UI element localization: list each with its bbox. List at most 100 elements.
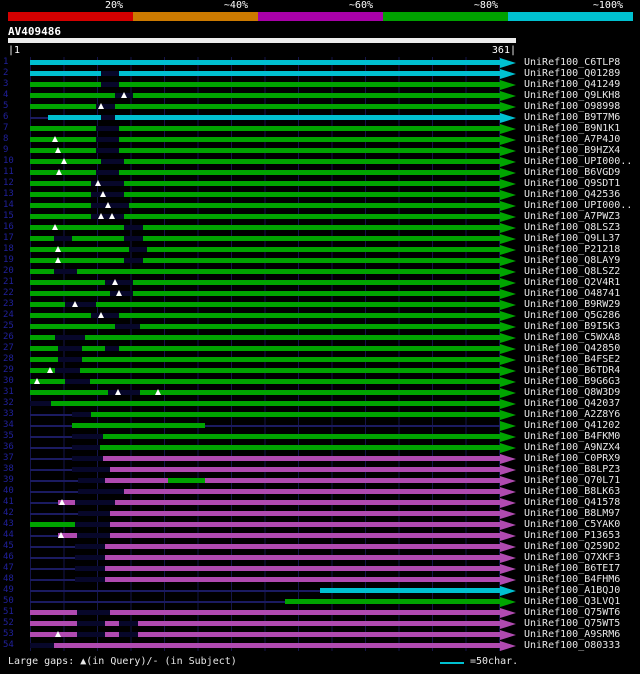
hit-label[interactable]: UniRef100_B4FKM0: [524, 431, 620, 442]
hit-label[interactable]: UniRef100_Q01289: [524, 68, 620, 79]
hit-label[interactable]: UniRef100_Q70L71: [524, 475, 620, 486]
hit-bar[interactable]: [72, 456, 500, 461]
hit-bar[interactable]: [75, 544, 500, 549]
hit-label[interactable]: UniRef100_B8LK63: [524, 486, 620, 497]
hit-label[interactable]: UniRef100_P21218: [524, 244, 620, 255]
hit-label[interactable]: UniRef100_Q7XKF3: [524, 552, 620, 563]
hit-label[interactable]: UniRef100_A7P4J0: [524, 134, 620, 145]
hit-label[interactable]: UniRef100_B8LM97: [524, 508, 620, 519]
hit-label[interactable]: UniRef100_O80333: [524, 640, 620, 651]
hit-bar[interactable]: [72, 467, 500, 472]
hit-bar[interactable]: [30, 357, 500, 362]
hit-label[interactable]: UniRef100_B9N1K1: [524, 123, 620, 134]
hit-label[interactable]: UniRef100_Q9SDT1: [524, 178, 620, 189]
hit-bar[interactable]: [30, 236, 500, 241]
hit-label[interactable]: UniRef100_C6TLP8: [524, 57, 620, 68]
hit-label[interactable]: UniRef100_C5YAK0: [524, 519, 620, 530]
hit-bar[interactable]: [30, 291, 500, 296]
hit-bar[interactable]: [58, 533, 500, 538]
hit-label[interactable]: UniRef100_Q42536: [524, 189, 620, 200]
hit-label[interactable]: UniRef100_O98998: [524, 101, 620, 112]
hit-bar[interactable]: [30, 247, 500, 252]
hit-label[interactable]: UniRef100_Q259D2: [524, 541, 620, 552]
hit-bar[interactable]: [30, 60, 500, 65]
hit-bar[interactable]: [30, 324, 500, 329]
hit-label[interactable]: UniRef100_B9HZX4: [524, 145, 620, 156]
hit-label[interactable]: UniRef100_Q5G286: [524, 310, 620, 321]
hit-label[interactable]: UniRef100_B9T7M6: [524, 112, 620, 123]
hit-label[interactable]: UniRef100_Q3LVQ1: [524, 596, 620, 607]
hit-bar[interactable]: [77, 511, 500, 516]
hit-bar[interactable]: [75, 566, 500, 571]
hit-bar[interactable]: [30, 280, 500, 285]
hit-row: 6 UniRef100_B9T7M6: [0, 112, 640, 123]
hit-label[interactable]: UniRef100_Q9LL37: [524, 233, 620, 244]
hit-label[interactable]: UniRef100_A7PWZ3: [524, 211, 620, 222]
hit-label[interactable]: UniRef100_A2Z8Y6: [524, 409, 620, 420]
gap-line: [30, 469, 73, 471]
hit-label[interactable]: UniRef100_A9SRM6: [524, 629, 620, 640]
hit-bar[interactable]: [75, 555, 500, 560]
hit-label[interactable]: UniRef100_B4FHM6: [524, 574, 620, 585]
hit-label[interactable]: UniRef100_Q41202: [524, 420, 620, 431]
hit-bar[interactable]: [285, 599, 500, 604]
hit-bar[interactable]: [72, 423, 205, 428]
hit-bar[interactable]: [77, 489, 500, 494]
hit-label[interactable]: UniRef100_UPI000..: [524, 156, 632, 167]
hit-bar[interactable]: [30, 346, 500, 351]
hit-label[interactable]: UniRef100_Q8LSZ3: [524, 222, 620, 233]
hit-label[interactable]: UniRef100_Q8LSZ2: [524, 266, 620, 277]
hit-label[interactable]: UniRef100_B6TEI7: [524, 563, 620, 574]
hit-label[interactable]: UniRef100_Q8LAY9: [524, 255, 620, 266]
hit-label[interactable]: UniRef100_Q42850: [524, 343, 620, 354]
hit-bar[interactable]: [30, 302, 500, 307]
hit-bar[interactable]: [58, 500, 500, 505]
hit-label[interactable]: UniRef100_B9G6G3: [524, 376, 620, 387]
hit-label[interactable]: UniRef100_Q9LKH8: [524, 90, 620, 101]
hit-bar[interactable]: [47, 115, 500, 120]
hit-rank: 52: [3, 618, 14, 628]
hit-bar[interactable]: [30, 225, 500, 230]
hit-label[interactable]: UniRef100_B8LPZ3: [524, 464, 620, 475]
hit-bar[interactable]: [30, 379, 500, 384]
hit-label[interactable]: UniRef100_O48741: [524, 288, 620, 299]
hit-label[interactable]: UniRef100_A1BQJ0: [524, 585, 620, 596]
hit-bar[interactable]: [30, 258, 500, 263]
hit-alignment-track: [30, 79, 516, 90]
hit-label[interactable]: UniRef100_Q75WT6: [524, 607, 620, 618]
hit-label[interactable]: UniRef100_P13653: [524, 530, 620, 541]
hit-bar[interactable]: [30, 93, 500, 98]
hit-bar[interactable]: [30, 368, 500, 373]
hit-label[interactable]: UniRef100_B9I5K3: [524, 321, 620, 332]
hit-label[interactable]: UniRef100_B6TDR4: [524, 365, 620, 376]
hit-bar[interactable]: [77, 478, 500, 483]
hit-label[interactable]: UniRef100_Q75WT5: [524, 618, 620, 629]
hit-label[interactable]: UniRef100_Q2V4R1: [524, 277, 620, 288]
hit-bar-segment[interactable]: [168, 478, 205, 483]
hit-label[interactable]: UniRef100_A9NZX4: [524, 442, 620, 453]
hit-bar[interactable]: [75, 522, 500, 527]
hit-bar[interactable]: [72, 412, 500, 417]
hit-bar-segment[interactable]: [30, 522, 76, 527]
hit-label[interactable]: UniRef100_B9RW29: [524, 299, 620, 310]
hit-label[interactable]: UniRef100_Q41249: [524, 79, 620, 90]
gap-line: [30, 557, 76, 559]
hit-label[interactable]: UniRef100_Q42037: [524, 398, 620, 409]
hit-bar[interactable]: [75, 577, 500, 582]
hit-label[interactable]: UniRef100_B4FSE2: [524, 354, 620, 365]
hit-label[interactable]: UniRef100_UPI000..: [524, 200, 632, 211]
hit-bar[interactable]: [30, 390, 500, 395]
hit-bar[interactable]: [30, 269, 500, 274]
hit-bar[interactable]: [72, 434, 500, 439]
hit-bar[interactable]: [30, 643, 500, 648]
hit-label[interactable]: UniRef100_Q41578: [524, 497, 620, 508]
hit-label[interactable]: UniRef100_B6VGD9: [524, 167, 620, 178]
hit-bar[interactable]: [319, 588, 500, 593]
hit-bar[interactable]: [72, 445, 500, 450]
hit-label[interactable]: UniRef100_C0PRX9: [524, 453, 620, 464]
hit-bar[interactable]: [30, 335, 500, 340]
hit-label[interactable]: UniRef100_Q8W3D9: [524, 387, 620, 398]
hit-rank: 35: [3, 431, 14, 441]
hit-label[interactable]: UniRef100_C5WXA8: [524, 332, 620, 343]
hit-bar[interactable]: [30, 401, 500, 406]
